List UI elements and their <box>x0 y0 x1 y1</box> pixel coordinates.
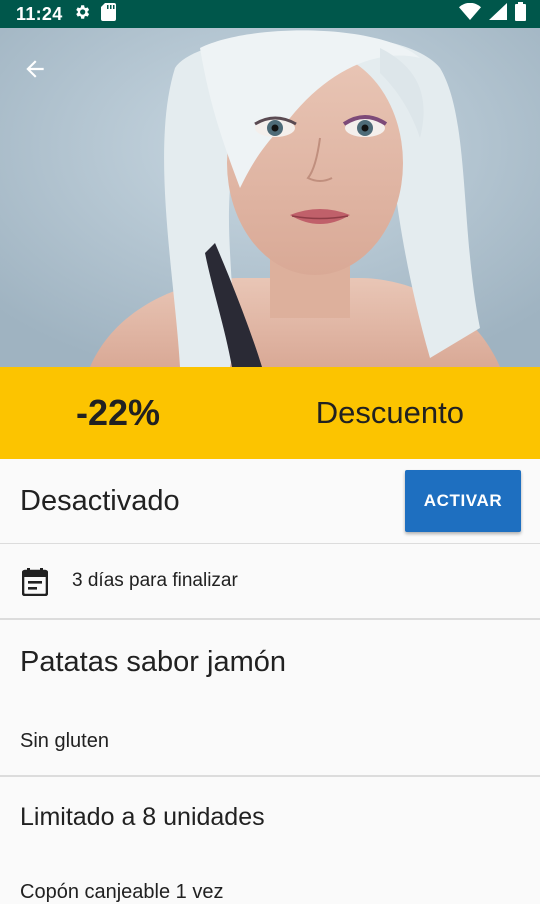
product-row: Patatas sabor jamón Sin gluten <box>0 620 540 777</box>
settings-icon <box>73 3 91 26</box>
discount-value: -22% <box>76 392 161 433</box>
days-remaining: 3 días para finalizar <box>72 570 238 591</box>
limit-title: Limitado a 8 unidades <box>20 803 265 831</box>
product-subtitle: Sin gluten <box>20 730 109 752</box>
signal-icon <box>489 3 507 25</box>
calendar-icon <box>21 568 49 597</box>
activation-row: Desactivado ACTIVAR <box>0 459 540 544</box>
hero-image <box>0 28 540 367</box>
arrow-back-icon <box>22 56 48 87</box>
status-bar: 11:24 <box>0 0 540 28</box>
deadline-row: 3 días para finalizar <box>0 544 540 620</box>
status-bar-left: 11:24 <box>16 2 116 26</box>
limit-row: Limitado a 8 unidades Copón canjeable 1 … <box>0 777 540 903</box>
portrait-illustration <box>0 28 540 367</box>
discount-label: Descuento <box>315 395 464 430</box>
battery-icon <box>515 2 526 26</box>
discount-banner: -22% Descuento <box>0 367 540 459</box>
status-bar-right <box>459 2 526 26</box>
activation-status: Desactivado <box>20 485 180 517</box>
product-name: Patatas sabor jamón <box>20 646 286 678</box>
sd-card-icon <box>100 2 116 26</box>
wifi-icon <box>459 2 481 25</box>
coupon-text: Copón canjeable 1 vez <box>20 881 224 903</box>
back-button[interactable] <box>14 50 56 92</box>
activate-button[interactable]: ACTIVAR <box>405 470 521 532</box>
status-time: 11:24 <box>16 3 63 24</box>
